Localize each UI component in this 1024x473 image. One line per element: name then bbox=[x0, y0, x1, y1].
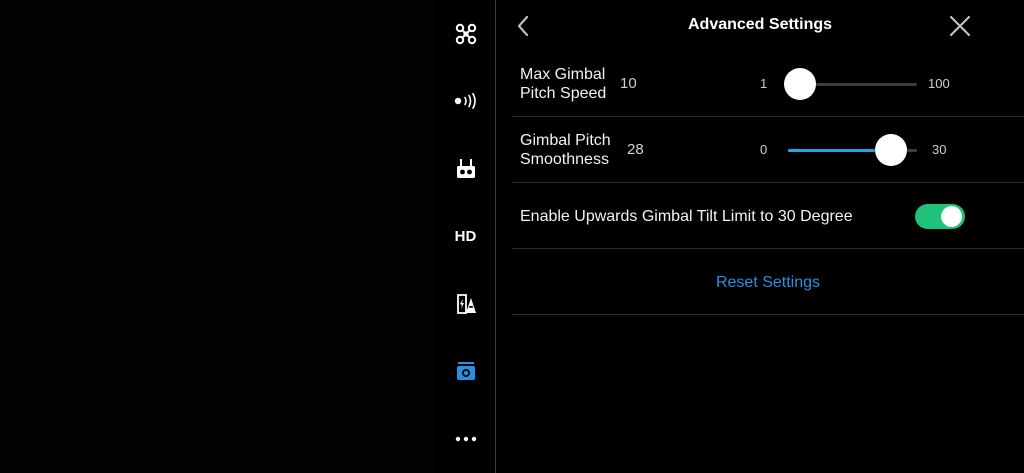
slider-min-label: 0 bbox=[760, 142, 768, 157]
page-title: Advanced Settings bbox=[687, 16, 833, 33]
more-icon bbox=[455, 436, 476, 442]
battery-icon bbox=[456, 294, 476, 314]
gimbal-camera-icon bbox=[456, 362, 475, 380]
reset-row: Reset Settings bbox=[512, 249, 1024, 315]
label-line: Max Gimbal bbox=[520, 66, 606, 83]
sidebar-item-gimbal[interactable] bbox=[436, 351, 495, 391]
close-icon bbox=[949, 15, 971, 37]
setting-value: 10 bbox=[620, 75, 637, 92]
slider-max-label: 30 bbox=[932, 142, 947, 157]
tilt-limit-label: Enable Upwards Gimbal Tilt Limit to 30 D… bbox=[520, 208, 853, 225]
label-line: Pitch Speed bbox=[520, 85, 607, 102]
setting-label: Gimbal Pitch Smoothness bbox=[520, 131, 611, 169]
sidebar-item-more[interactable] bbox=[436, 419, 495, 459]
close-button[interactable] bbox=[946, 12, 974, 40]
reset-settings-button[interactable]: Reset Settings bbox=[512, 274, 1024, 292]
slider-thumb[interactable] bbox=[783, 68, 816, 100]
setting-max-pitch-speed: Max Gimbal Pitch Speed 10 1 100 bbox=[512, 51, 1024, 117]
setting-value: 28 bbox=[627, 141, 644, 158]
slider-max-label: 100 bbox=[928, 76, 950, 91]
remote-controller-icon bbox=[456, 159, 475, 178]
sidebar: HD bbox=[436, 0, 495, 473]
drone-icon bbox=[455, 23, 476, 45]
setting-label: Max Gimbal Pitch Speed bbox=[520, 65, 606, 103]
signal-icon bbox=[454, 93, 476, 109]
setting-pitch-smoothness: Gimbal Pitch Smoothness 28 0 30 bbox=[512, 117, 1024, 183]
slider-min-label: 1 bbox=[760, 76, 768, 91]
advanced-settings-panel: Advanced Settings Max Gimbal Pitch Speed… bbox=[496, 0, 1024, 473]
label-line: Gimbal Pitch bbox=[520, 132, 611, 149]
sidebar-item-signal[interactable] bbox=[436, 81, 495, 121]
sidebar-item-aircraft[interactable] bbox=[436, 14, 495, 54]
hd-icon: HD bbox=[454, 227, 477, 245]
tilt-limit-toggle[interactable] bbox=[915, 204, 965, 229]
toggle-knob bbox=[941, 206, 962, 227]
sidebar-item-battery[interactable] bbox=[436, 284, 495, 324]
setting-tilt-limit: Enable Upwards Gimbal Tilt Limit to 30 D… bbox=[512, 183, 1024, 249]
label-line: Smoothness bbox=[520, 151, 609, 168]
sidebar-item-remote-controller[interactable] bbox=[436, 149, 495, 189]
slider-thumb[interactable] bbox=[875, 134, 908, 166]
panel-header: Advanced Settings bbox=[496, 0, 1024, 52]
pitch-smoothness-slider[interactable] bbox=[788, 134, 917, 166]
max-pitch-speed-slider[interactable] bbox=[783, 68, 917, 100]
camera-view bbox=[0, 0, 436, 473]
sidebar-item-hd[interactable]: HD bbox=[436, 216, 495, 256]
